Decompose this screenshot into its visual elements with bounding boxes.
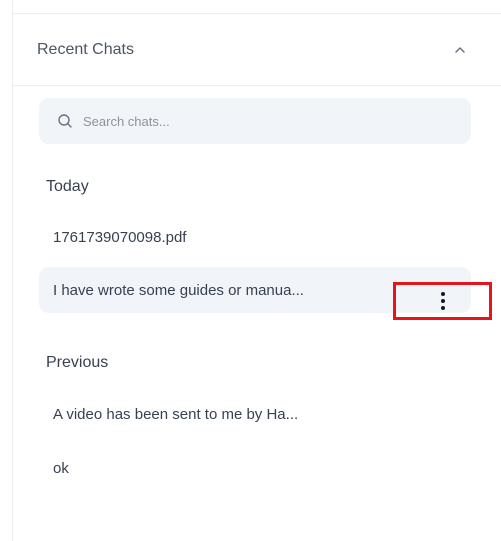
more-options-button[interactable] — [393, 282, 492, 320]
top-divider — [12, 0, 501, 14]
recent-chats-title: Recent Chats — [37, 40, 134, 58]
section-label-today: Today — [46, 178, 89, 195]
chat-item-title: A video has been sent to me by Ha... — [53, 405, 299, 423]
search-box[interactable] — [39, 98, 471, 144]
chat-item-title: ok — [53, 459, 69, 477]
search-input[interactable] — [81, 112, 445, 130]
more-vertical-icon — [440, 292, 445, 310]
chat-item[interactable]: ok — [39, 445, 471, 491]
chevron-up-icon — [455, 46, 465, 53]
chat-item-title: I have wrote some guides or manua... — [53, 281, 304, 299]
chat-item[interactable]: 1761739070098.pdf — [39, 214, 471, 260]
search-icon — [58, 114, 72, 128]
collapse-button[interactable] — [440, 30, 480, 70]
chat-item-title: 1761739070098.pdf — [53, 228, 187, 246]
recent-chats-header[interactable]: Recent Chats — [13, 14, 501, 86]
chat-item[interactable]: A video has been sent to me by Ha... — [39, 391, 471, 437]
recent-chats-panel: Recent Chats Today 1761739070098.pdf I h… — [12, 14, 501, 541]
section-label-previous: Previous — [46, 354, 109, 371]
